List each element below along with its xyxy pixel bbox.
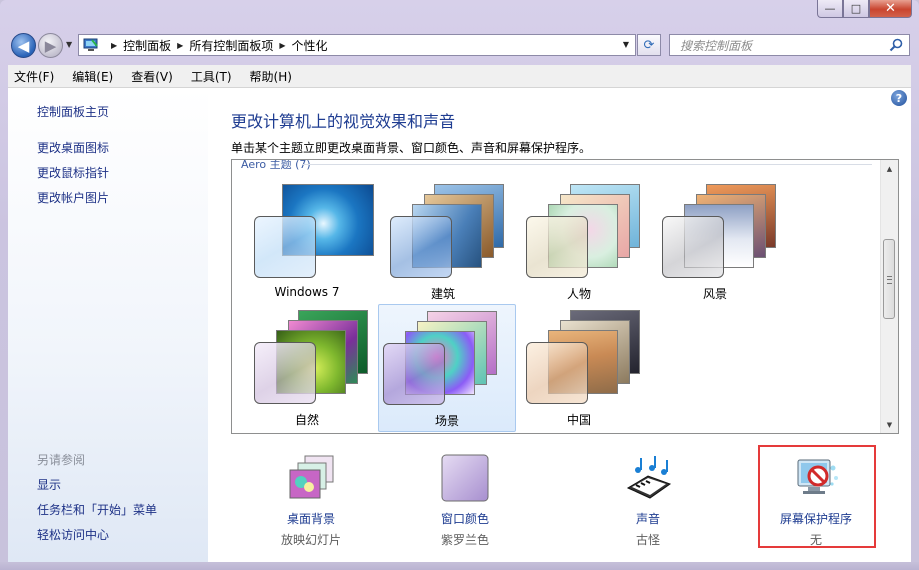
theme-name: 建筑 [430, 287, 455, 301]
screen-saver-highlight-box [758, 445, 876, 548]
sidebar-link-desktop-icons[interactable]: 更改桌面图标 [37, 139, 109, 156]
setting-label[interactable]: 窗口颜色 [400, 510, 530, 527]
sidebar-link-account-picture[interactable]: 更改帐户图片 [37, 189, 109, 206]
sounds-icon [626, 456, 672, 499]
page-title: 更改计算机上的视觉效果和声音 [231, 112, 456, 131]
window-color-icon [441, 454, 489, 502]
sidebar-link-taskbar-start-menu[interactable]: 任务栏和「开始」菜单 [37, 501, 157, 518]
menu-tools[interactable]: 工具(T) [185, 68, 238, 85]
setting-value: 放映幻灯片 [280, 533, 341, 547]
theme-preview [254, 182, 374, 282]
theme-architecture[interactable]: 建筑 [376, 182, 510, 306]
forward-button[interactable]: ▶ [38, 33, 63, 58]
theme-name: 场景 [434, 414, 459, 428]
window-bottom-border [0, 562, 919, 570]
refresh-icon: ⟳ [643, 37, 655, 53]
theme-preview [662, 182, 776, 282]
setting-desktop-background[interactable]: 桌面背景 放映幻灯片 [246, 454, 376, 549]
search-icon[interactable] [889, 38, 903, 52]
menu-view[interactable]: 查看(V) [125, 68, 179, 85]
address-dropdown-icon[interactable]: ▼ [623, 40, 629, 49]
breadcrumb-separator-icon[interactable]: ▶ [177, 41, 183, 50]
theme-preview [383, 309, 497, 409]
menu-help[interactable]: 帮助(H) [244, 68, 298, 85]
theme-name: 中国 [566, 413, 591, 427]
grip-icon [887, 276, 892, 284]
breadcrumb-item-all-items[interactable]: 所有控制面板项 [189, 37, 273, 54]
sidebar-link-display[interactable]: 显示 [37, 476, 61, 493]
menu-edit[interactable]: 编辑(E) [66, 68, 119, 85]
theme-name: 风景 [702, 287, 727, 301]
client-area: 控制面板主页 更改桌面图标 更改鼠标指针 更改帐户图片 另请参阅 显示 任务栏和… [8, 88, 911, 562]
maximize-button[interactable]: □ [843, 0, 869, 18]
menu-bar: 文件(F) 编辑(E) 查看(V) 工具(T) 帮助(H) [8, 65, 911, 88]
caption-buttons: — □ ✕ [817, 0, 912, 19]
window-color-swatch [526, 342, 588, 404]
theme-preview [390, 182, 504, 282]
page-subtitle: 单击某个主题立即更改桌面背景、窗口颜色、声音和屏幕保护程序。 [231, 141, 592, 155]
scroll-up-icon[interactable]: ▲ [881, 160, 898, 177]
navigation-bar: ◀ ▶ ▼ ▶ 控制面板 ▶ 所有控制面板项 ▶ 个性化 ▼ ⟳ [0, 30, 919, 62]
window-color-swatch [662, 216, 724, 278]
theme-preview [254, 308, 368, 408]
theme-characters[interactable]: 人物 [512, 182, 646, 306]
sidebar-link-control-panel-home[interactable]: 控制面板主页 [37, 103, 109, 120]
search-input[interactable] [678, 36, 882, 56]
close-button[interactable]: ✕ [869, 0, 912, 18]
theme-name: 人物 [566, 287, 591, 301]
recent-pages-dropdown[interactable]: ▼ [66, 40, 72, 49]
setting-value: 紫罗兰色 [440, 533, 489, 547]
help-icon[interactable]: ? [891, 90, 907, 106]
window-color-swatch [383, 343, 445, 405]
sidebar-link-mouse-pointers[interactable]: 更改鼠标指针 [37, 164, 109, 181]
minimize-button[interactable]: — [817, 0, 843, 18]
theme-scenes[interactable]: 场景 [378, 304, 516, 432]
sidebar: 控制面板主页 更改桌面图标 更改鼠标指针 更改帐户图片 另请参阅 显示 任务栏和… [8, 88, 208, 562]
theme-name: Windows 7 [274, 285, 340, 299]
scroll-down-icon[interactable]: ▼ [881, 416, 898, 433]
personalization-window: — □ ✕ ◀ ▶ ▼ ▶ 控制面板 ▶ 所有控制面板项 ▶ 个性化 ▼ ⟳ 搜… [0, 0, 919, 570]
theme-windows7[interactable]: Windows 7 [240, 182, 374, 306]
breadcrumb-separator-icon[interactable]: ▶ [111, 41, 117, 50]
scroll-thumb[interactable] [883, 239, 895, 319]
arrow-left-icon: ◀ [17, 36, 30, 55]
theme-nature[interactable]: 自然 [240, 308, 374, 432]
sidebar-link-ease-of-access[interactable]: 轻松访问中心 [37, 526, 109, 543]
back-button[interactable]: ◀ [11, 33, 36, 58]
setting-label[interactable]: 桌面背景 [246, 510, 376, 527]
see-also-heading: 另请参阅 [37, 453, 86, 467]
theme-list: Aero 主题 (7) Windows 7 建筑 人物 风景 自然 场景 中国 … [231, 159, 899, 434]
search-box [669, 34, 910, 56]
main-panel: ? 更改计算机上的视觉效果和声音 单击某个主题立即更改桌面背景、窗口颜色、声音和… [208, 88, 911, 562]
breadcrumb-item-personalization[interactable]: 个性化 [292, 37, 328, 54]
setting-window-color[interactable]: 窗口颜色 紫罗兰色 [400, 454, 530, 549]
control-panel-icon [83, 38, 98, 51]
aero-themes-group-label: Aero 主题 (7) [241, 159, 311, 171]
setting-value: 古怪 [635, 533, 660, 547]
group-divider [302, 164, 872, 165]
menu-file[interactable]: 文件(F) [8, 68, 60, 85]
theme-preview [526, 182, 640, 282]
setting-sounds[interactable]: 声音 古怪 [583, 454, 713, 549]
address-bar[interactable]: ▶ 控制面板 ▶ 所有控制面板项 ▶ 个性化 ▼ [78, 34, 636, 56]
window-color-swatch [390, 216, 452, 278]
window-color-swatch [254, 342, 316, 404]
theme-name: 自然 [294, 413, 319, 427]
theme-list-scrollbar[interactable]: ▲ ▼ [880, 160, 898, 433]
theme-china[interactable]: 中国 [512, 308, 646, 432]
desktop-background-icon [289, 455, 334, 499]
refresh-button[interactable]: ⟳ [637, 34, 661, 56]
setting-label[interactable]: 声音 [583, 510, 713, 527]
theme-landscapes[interactable]: 风景 [648, 182, 782, 306]
arrow-right-icon: ▶ [44, 36, 57, 55]
breadcrumb-separator-icon[interactable]: ▶ [279, 41, 285, 50]
breadcrumb-item-control-panel[interactable]: 控制面板 [123, 37, 171, 54]
window-color-swatch [526, 216, 588, 278]
breadcrumb: ▶ 控制面板 ▶ 所有控制面板项 ▶ 个性化 [105, 37, 328, 54]
window-color-swatch [254, 216, 316, 278]
theme-preview [526, 308, 640, 408]
